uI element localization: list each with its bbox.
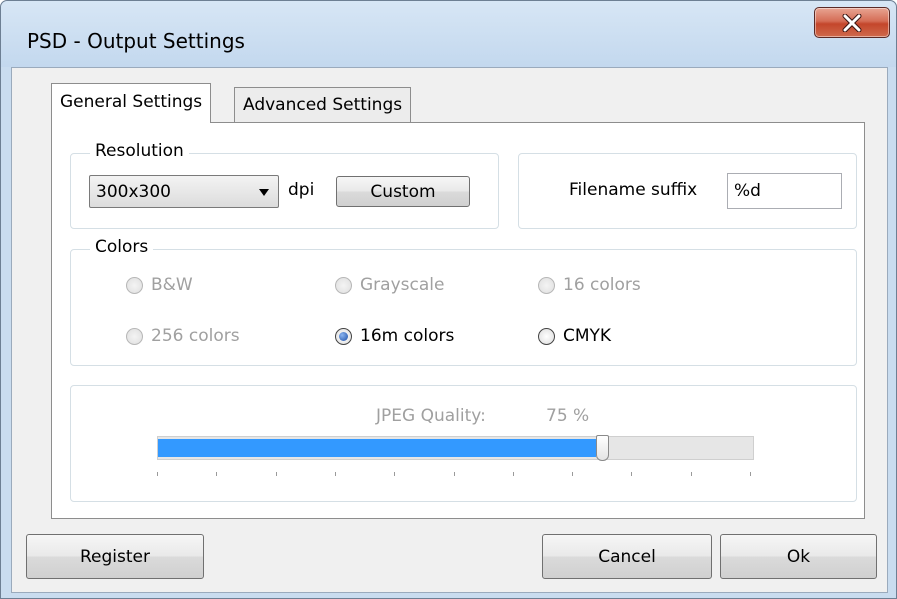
register-button[interactable]: Register (26, 534, 204, 579)
custom-button[interactable]: Custom (336, 176, 470, 207)
slider-tick (157, 472, 158, 476)
radio-256-colors[interactable]: 256 colors (126, 326, 240, 346)
cancel-button-label: Cancel (598, 546, 656, 567)
custom-button-label: Custom (370, 181, 436, 202)
radio-button (126, 276, 143, 294)
dpi-label: dpi (288, 180, 315, 200)
general-settings-panel: Resolution 300x300 dpi Custom Filename s… (51, 122, 865, 519)
tab-advanced-settings[interactable]: Advanced Settings (234, 87, 412, 123)
slider-tick (216, 472, 217, 476)
slider-tick (394, 472, 395, 476)
close-icon (815, 8, 889, 37)
filename-suffix-value: %d (734, 181, 761, 201)
radio-label: B&W (151, 275, 193, 295)
radio-button (126, 327, 143, 345)
register-button-label: Register (80, 546, 150, 567)
slider-tick (750, 472, 751, 476)
radio-label: 16m colors (360, 326, 455, 346)
radio-label: CMYK (563, 326, 612, 346)
radio-16-colors[interactable]: 16 colors (538, 275, 641, 295)
ok-button-label: Ok (786, 546, 811, 567)
radio-button (538, 276, 555, 294)
dialog-body: General Settings Advanced Settings Resol… (11, 67, 888, 593)
resolution-group-label: Resolution (90, 141, 189, 161)
radio-button (538, 327, 555, 345)
filename-suffix-input[interactable]: %d (727, 173, 842, 209)
slider-tick (691, 472, 692, 476)
cancel-button[interactable]: Cancel (542, 534, 712, 579)
radio-label: 256 colors (151, 326, 240, 346)
slider-tick (631, 472, 632, 476)
slider-fill (158, 439, 596, 457)
slider-tick (276, 472, 277, 476)
slider-thumb[interactable] (596, 435, 609, 461)
radio-bw[interactable]: B&W (126, 275, 193, 295)
radio-button-checked (335, 327, 352, 345)
radio-label: 16 colors (563, 275, 641, 295)
jpeg-quality-value: 75 % (546, 406, 590, 426)
jpeg-quality-slider[interactable] (157, 435, 754, 461)
resolution-select[interactable]: 300x300 (89, 175, 279, 208)
radio-cmyk[interactable]: CMYK (538, 326, 611, 346)
colors-group-label: Colors (90, 237, 154, 257)
tab-general-settings[interactable]: General Settings (51, 83, 212, 123)
radio-dot (339, 331, 348, 341)
radio-button (335, 276, 352, 294)
colors-group (70, 249, 857, 366)
window-title: PSD - Output Settings (27, 29, 245, 53)
close-button[interactable] (814, 7, 890, 38)
slider-ticks (157, 472, 754, 482)
jpeg-quality-label: JPEG Quality: (376, 406, 486, 426)
tab-label: Advanced Settings (243, 95, 403, 115)
tab-label: General Settings (60, 92, 203, 112)
ok-button[interactable]: Ok (720, 534, 877, 579)
radio-label: Grayscale (360, 275, 445, 295)
dialog-window: PSD - Output Settings General Settings A… (0, 0, 897, 599)
chevron-down-icon (259, 188, 269, 196)
resolution-selected-value: 300x300 (96, 181, 171, 202)
slider-tick (454, 472, 455, 476)
radio-grayscale[interactable]: Grayscale (335, 275, 444, 295)
slider-tick (572, 472, 573, 476)
slider-tick (513, 472, 514, 476)
filename-suffix-label: Filename suffix (569, 180, 698, 200)
title-bar[interactable]: PSD - Output Settings (1, 1, 896, 67)
slider-tick (335, 472, 336, 476)
radio-16m-colors[interactable]: 16m colors (335, 326, 454, 346)
